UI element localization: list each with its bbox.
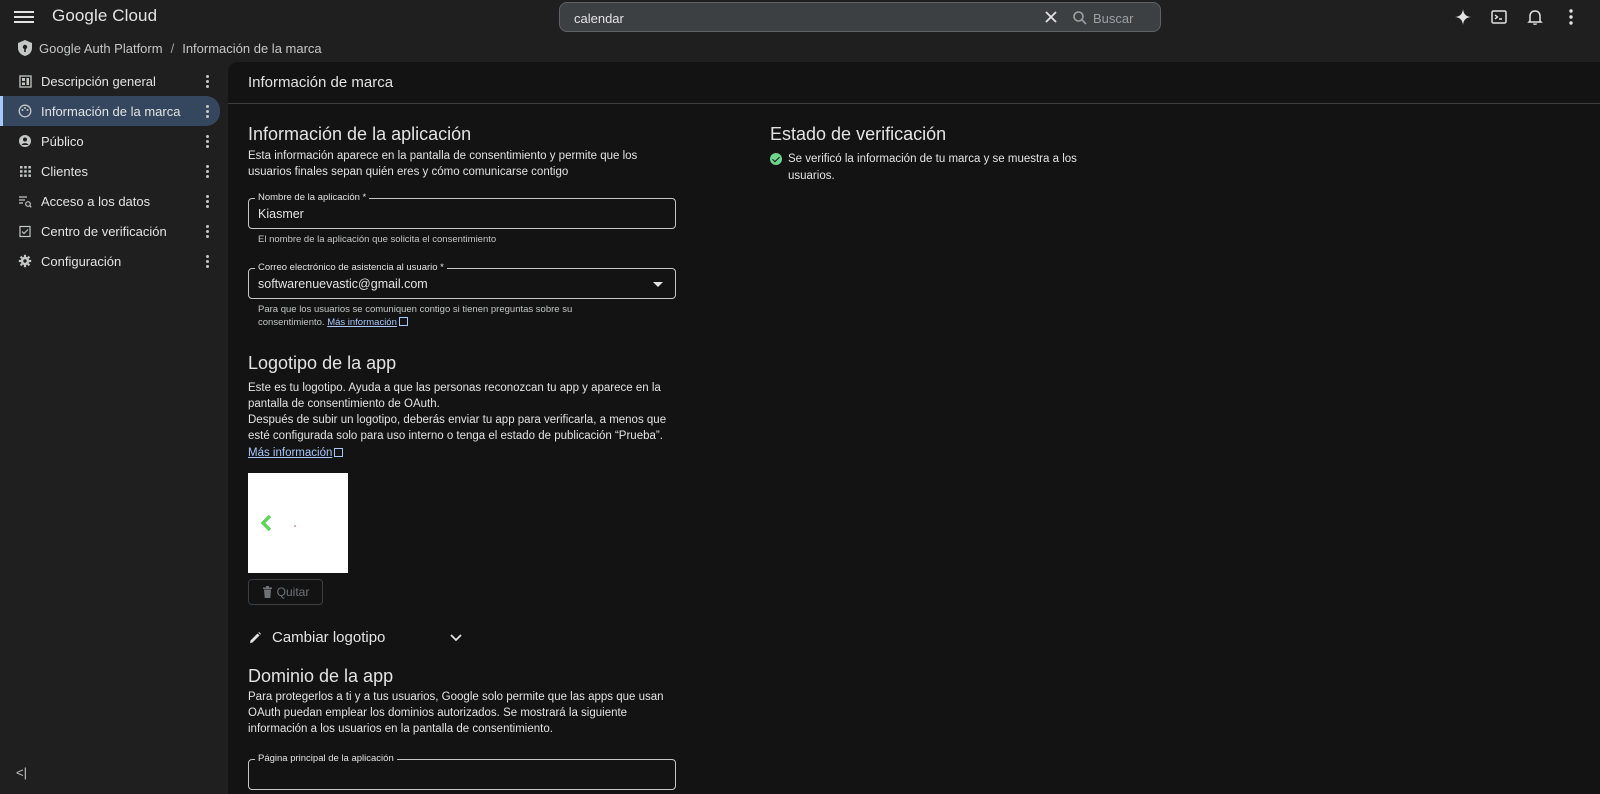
top-app-bar: Google Cloud Buscar — [0, 0, 1600, 34]
logo-verification-note: Después de subir un logotipo, deberás en… — [248, 414, 667, 442]
more-vert-icon[interactable] — [206, 74, 210, 88]
gear-icon — [18, 254, 32, 268]
sidebar-item-label: Clientes — [41, 163, 88, 179]
sidebar-item-label: Descripción general — [41, 73, 156, 89]
palette-icon — [18, 104, 32, 118]
verification-status-text: Se verificó la información de tu marca y… — [788, 153, 1077, 182]
support-email-helper: Para que los usuarios se comuniquen cont… — [248, 303, 608, 329]
domain-description: Para protegerlos a ti y a tus usuarios, … — [248, 691, 664, 735]
app-logo-image — [248, 473, 348, 573]
more-vert-icon[interactable] — [206, 224, 210, 238]
sidebar-item-publico[interactable]: Público — [0, 126, 220, 156]
support-email-select[interactable]: Correo electrónico de asistencia al usua… — [248, 262, 676, 299]
logo-more-info-link[interactable]: Más información — [248, 447, 332, 459]
logo-description: Este es tu logotipo. Ayuda a que las per… — [248, 382, 661, 410]
breadcrumb-separator: / — [170, 40, 175, 56]
app-info-heading: Información de la aplicación — [248, 124, 472, 144]
search-icon — [1073, 11, 1087, 25]
gemini-icon[interactable] — [1452, 6, 1474, 28]
check-circle-icon — [770, 153, 782, 165]
more-vert-icon[interactable] — [206, 134, 210, 148]
more-vert-icon[interactable] — [206, 194, 210, 208]
sidebar-item-centro-verificacion[interactable]: Centro de verificación — [0, 216, 220, 246]
verification-heading: Estado de verificación — [770, 124, 947, 144]
page-title: Información de marca — [228, 62, 1600, 104]
chevron-down-icon — [450, 633, 462, 641]
breadcrumb: Google Auth Platform / Información de la… — [0, 34, 1600, 62]
person-icon — [18, 134, 32, 148]
sidebar-item-configuracion[interactable]: Configuración — [0, 246, 220, 276]
more-vert-icon[interactable] — [206, 104, 210, 118]
sidebar-item-label: Configuración — [41, 253, 122, 269]
verification-status: Se verificó la información de tu marca y… — [770, 151, 1100, 185]
sidebar: Descripción general Información de la ma… — [0, 66, 228, 794]
external-link-icon — [398, 317, 408, 326]
remove-logo-button[interactable]: Quitar — [248, 579, 323, 605]
external-link-icon — [334, 448, 344, 457]
dropdown-arrow-icon — [653, 282, 663, 287]
remove-logo-label: Quitar — [276, 585, 310, 599]
verification-status-panel: Estado de verificación Se verificó la in… — [770, 124, 1100, 185]
brand-logo[interactable]: Google Cloud — [52, 6, 157, 26]
shield-icon — [18, 40, 32, 56]
search-button-label: Buscar — [1093, 10, 1134, 26]
sidebar-item-descripcion-general[interactable]: Descripción general — [0, 66, 220, 96]
breadcrumb-current: Información de la marca — [182, 40, 322, 56]
breadcrumb-product[interactable]: Google Auth Platform — [39, 41, 163, 56]
sidebar-item-label: Centro de verificación — [41, 223, 167, 239]
bell-icon[interactable] — [1524, 6, 1546, 28]
trash-icon — [262, 586, 272, 598]
search-bar: Buscar — [559, 2, 1161, 32]
pencil-icon — [250, 631, 261, 643]
app-info-description: Esta información aparece en la pantalla … — [248, 150, 638, 178]
verification-icon — [18, 224, 32, 238]
change-logo-toggle[interactable]: Cambiar logotipo — [248, 629, 463, 646]
search-input[interactable] — [574, 9, 1004, 27]
support-email-value: softwarenuevastic@gmail.com — [258, 276, 428, 291]
change-logo-label: Cambiar logotipo — [272, 629, 386, 646]
terminal-icon[interactable] — [1488, 6, 1510, 28]
app-name-field[interactable]: Nombre de la aplicación * — [248, 192, 676, 229]
app-logo-mark — [260, 515, 272, 531]
grid-icon — [18, 164, 32, 178]
logo-more-info: Más información — [248, 445, 678, 461]
sidebar-item-acceso-datos[interactable]: Acceso a los datos — [0, 186, 220, 216]
main-content: Información de marca Información de la a… — [228, 62, 1600, 794]
domain-heading: Dominio de la app — [248, 666, 394, 686]
search-button[interactable]: Buscar — [1072, 7, 1133, 29]
menu-icon[interactable] — [14, 8, 34, 26]
data-access-icon — [18, 194, 32, 208]
more-info-link[interactable]: Más información — [327, 317, 397, 328]
sidebar-item-label: Público — [41, 133, 84, 149]
close-icon[interactable] — [1041, 7, 1061, 27]
app-name-input[interactable] — [258, 206, 666, 221]
app-name-label: Nombre de la aplicación * — [255, 192, 370, 204]
dashboard-icon — [18, 74, 32, 88]
sidebar-item-label: Información de la marca — [41, 103, 181, 119]
sidebar-item-label: Acceso a los datos — [41, 193, 151, 209]
more-vert-icon[interactable] — [1560, 6, 1582, 28]
collapse-sidebar-button[interactable]: <| — [16, 765, 27, 780]
more-vert-icon[interactable] — [206, 254, 210, 268]
sidebar-item-clientes[interactable]: Clientes — [0, 156, 220, 186]
app-name-helper: El nombre de la aplicación que solicita … — [258, 234, 497, 245]
support-email-label: Correo electrónico de asistencia al usua… — [255, 262, 447, 274]
homepage-label: Página principal de la aplicación — [255, 753, 397, 765]
homepage-field[interactable]: Página principal de la aplicación — [248, 753, 676, 790]
support-email-helper-text: Para que los usuarios se comuniquen cont… — [258, 304, 573, 328]
top-actions — [1452, 6, 1582, 28]
app-logo-dot — [294, 525, 296, 527]
branding-form: Información de la aplicación Esta inform… — [248, 124, 678, 790]
logo-heading: Logotipo de la app — [248, 353, 397, 373]
sidebar-item-informacion-marca[interactable]: Información de la marca — [0, 96, 220, 126]
more-vert-icon[interactable] — [206, 164, 210, 178]
